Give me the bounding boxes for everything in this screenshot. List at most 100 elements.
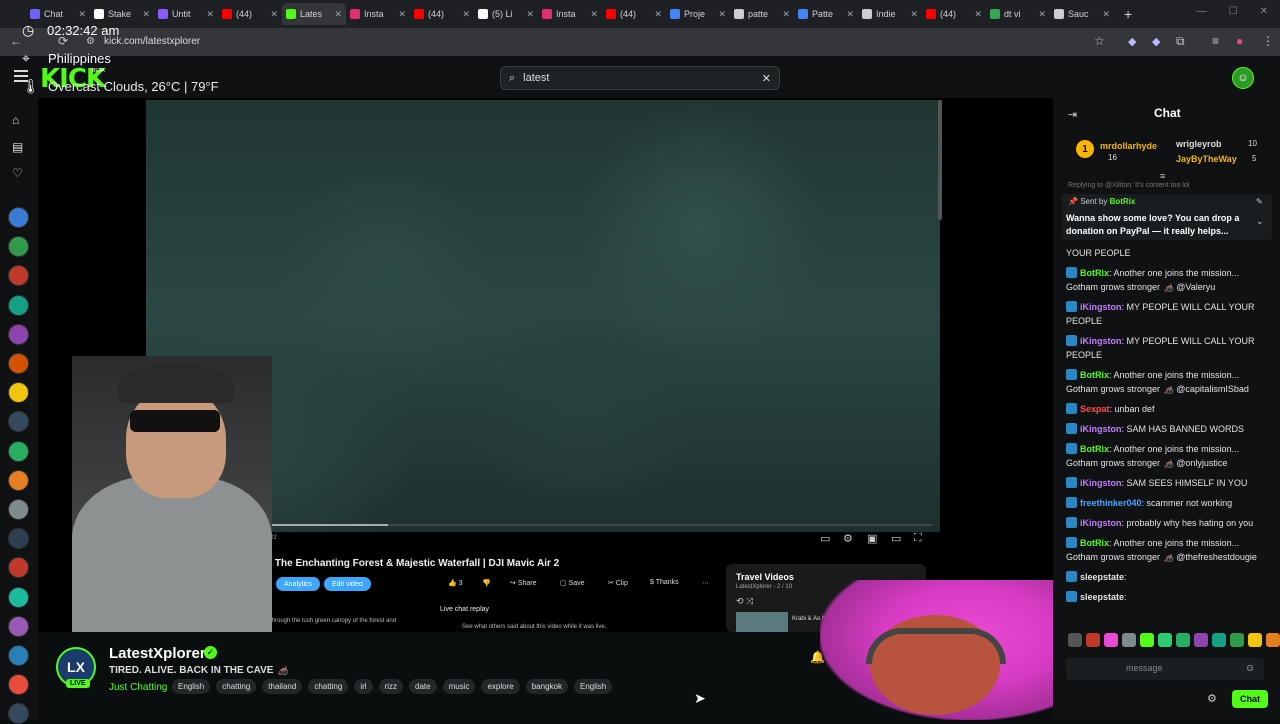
leaderboard-user[interactable]: wrigleyrob xyxy=(1176,139,1222,149)
browser-tab[interactable]: Proje ✕ xyxy=(666,3,730,25)
browser-tab[interactable]: Sauc ✕ xyxy=(1050,3,1114,25)
followed-channel-avatar[interactable] xyxy=(8,615,29,637)
close-window-icon[interactable]: ✕ xyxy=(1260,6,1268,17)
maximize-icon[interactable]: ☐ xyxy=(1229,6,1238,17)
minimize-icon[interactable]: — xyxy=(1197,6,1207,17)
back-icon[interactable]: ← xyxy=(10,34,22,48)
subtitles-icon[interactable]: ▭ xyxy=(820,532,830,545)
tab-close-icon[interactable]: ✕ xyxy=(846,9,854,20)
new-tab-icon[interactable]: + xyxy=(1124,6,1132,22)
tab-close-icon[interactable]: ✕ xyxy=(142,9,150,20)
chevron-down-icon[interactable]: ⌄ xyxy=(1256,216,1264,227)
chat-settings-gear-icon[interactable]: ⚙ xyxy=(1207,692,1217,705)
browser-tab[interactable]: (5) Li ✕ xyxy=(474,3,538,25)
tab-close-icon[interactable]: ✕ xyxy=(654,9,662,20)
emote-icon[interactable] xyxy=(1176,633,1190,647)
followed-channel-avatar[interactable] xyxy=(8,586,29,608)
stream-tag[interactable]: irl xyxy=(354,679,373,694)
browser-tab[interactable]: Lates ✕ xyxy=(282,3,346,25)
browser-tab[interactable]: Untit ✕ xyxy=(154,3,218,25)
video-player[interactable]: 22 ▭ ⚙ ▣ ▭ ⛶ h The Enchanting Forest & M… xyxy=(38,98,1053,632)
save-button[interactable]: ▢ Save xyxy=(560,579,585,587)
stream-tag[interactable]: chatting xyxy=(216,679,257,694)
emote-icon[interactable] xyxy=(1194,633,1208,647)
extensions-puzzle-icon[interactable]: ⧉ xyxy=(1176,34,1185,49)
stream-tag[interactable]: explore xyxy=(481,679,520,694)
reading-list-icon[interactable]: ≡ xyxy=(1212,34,1219,48)
analytics-button[interactable]: Analytics xyxy=(276,577,321,591)
like-button[interactable]: 👍 3 xyxy=(448,579,463,587)
chat-username[interactable]: iKingston xyxy=(1080,336,1122,346)
fullscreen-icon[interactable]: ⛶ xyxy=(914,532,922,545)
browser-tab[interactable]: Chat ✕ xyxy=(26,3,90,25)
browser-tab[interactable]: Insta ✕ xyxy=(538,3,602,25)
followed-channel-avatar[interactable] xyxy=(8,207,29,228)
tab-close-icon[interactable]: ✕ xyxy=(78,9,86,20)
chat-username[interactable]: BotRix xyxy=(1080,370,1109,380)
browser-tab[interactable]: Indie ✕ xyxy=(858,3,922,25)
emote-icon[interactable] xyxy=(1122,633,1136,647)
followed-channel-avatar[interactable] xyxy=(8,353,29,374)
emote-icon[interactable] xyxy=(1266,633,1280,647)
emote-icon[interactable] xyxy=(1140,633,1154,647)
clip-button[interactable]: ✂ Clip xyxy=(608,579,628,587)
tab-close-icon[interactable]: ✕ xyxy=(718,9,726,20)
tab-close-icon[interactable]: ✕ xyxy=(782,9,790,20)
emote-icon[interactable] xyxy=(1248,633,1262,647)
followed-channel-avatar[interactable] xyxy=(8,499,29,520)
chat-username[interactable]: Sexpat xyxy=(1080,404,1110,414)
extension-icon[interactable]: ◆ xyxy=(1128,35,1136,48)
browser-tab[interactable]: Insta ✕ xyxy=(346,3,410,25)
browser-tab[interactable]: dt vi ✕ xyxy=(986,3,1050,25)
followed-channel-avatar[interactable] xyxy=(8,323,29,345)
chat-username[interactable]: iKingston xyxy=(1080,424,1122,434)
emote-icon[interactable] xyxy=(1212,633,1226,647)
browser-tab[interactable]: Stake ✕ xyxy=(90,3,154,25)
browser-tab[interactable]: (44) ✕ xyxy=(410,3,474,25)
collapse-chat-icon[interactable]: ⇥ xyxy=(1068,108,1077,121)
stream-tag[interactable]: rizz xyxy=(378,679,404,694)
more-icon[interactable]: ⋯ xyxy=(702,579,709,587)
unpin-icon[interactable]: ✎ xyxy=(1256,197,1263,206)
home-icon[interactable]: ⌂ xyxy=(12,113,19,127)
chat-username[interactable]: freethinker040 xyxy=(1080,498,1142,508)
chat-username[interactable]: sleepstate xyxy=(1080,572,1124,582)
stream-tag[interactable]: thailand xyxy=(262,679,303,694)
extension-icon[interactable]: ◆ xyxy=(1152,35,1160,48)
stream-tag[interactable]: English xyxy=(573,679,613,694)
playlist-thumbnail[interactable] xyxy=(736,612,788,632)
followed-channel-avatar[interactable] xyxy=(8,469,29,491)
youtube-progress-bar[interactable] xyxy=(268,524,932,526)
tab-close-icon[interactable]: ✕ xyxy=(334,9,342,20)
chat-username[interactable]: BotRix xyxy=(1080,538,1109,548)
leaderboard-user[interactable]: mrdollarhyde xyxy=(1100,141,1157,151)
stream-tag[interactable]: chatting xyxy=(308,679,349,694)
browser-tab[interactable]: Patte ✕ xyxy=(794,3,858,25)
bookmark-star-icon[interactable]: ☆ xyxy=(1094,34,1105,48)
dislike-icon[interactable]: 👎 xyxy=(482,579,491,587)
clear-search-icon[interactable]: ✕ xyxy=(762,72,771,85)
following-heart-icon[interactable]: ♡ xyxy=(12,166,23,180)
stream-tag[interactable]: music xyxy=(442,679,476,694)
followed-channel-avatar[interactable] xyxy=(8,440,29,462)
followed-channel-avatar[interactable] xyxy=(8,703,29,724)
browser-tab[interactable]: (44) ✕ xyxy=(922,3,986,25)
chat-username[interactable]: iKingston xyxy=(1080,518,1122,528)
stream-tag[interactable]: bangkok xyxy=(525,679,568,694)
tab-close-icon[interactable]: ✕ xyxy=(526,9,534,20)
emote-icon[interactable] xyxy=(1158,633,1172,647)
leaderboard-user[interactable]: JayByTheWay xyxy=(1176,154,1237,164)
chat-username[interactable]: iKingston xyxy=(1080,478,1122,488)
tab-close-icon[interactable]: ✕ xyxy=(398,9,406,20)
kebab-menu-icon[interactable]: ⋮ xyxy=(1262,34,1274,48)
emote-icon[interactable] xyxy=(1104,633,1118,647)
emote-icon[interactable] xyxy=(1230,633,1244,647)
tab-close-icon[interactable]: ✕ xyxy=(590,9,598,20)
search-input[interactable]: latest xyxy=(523,72,549,84)
share-button[interactable]: ↪ Share xyxy=(510,579,537,587)
chat-username[interactable]: BotRix xyxy=(1080,268,1109,278)
followed-channel-avatar[interactable] xyxy=(8,645,29,666)
edit-video-button[interactable]: Edit video xyxy=(324,577,371,591)
chat-username[interactable]: iKingston xyxy=(1080,302,1122,312)
pinned-by-user[interactable]: BotRix xyxy=(1110,197,1136,206)
